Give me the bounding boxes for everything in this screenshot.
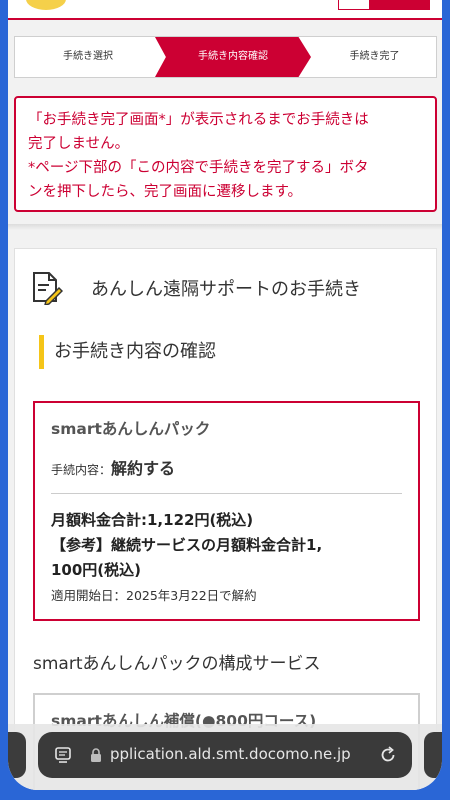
tabs-icon[interactable] — [54, 746, 72, 764]
next-tab-preview[interactable] — [424, 732, 442, 778]
main-card: あんしん遠隔サポートのお手続き お手続き内容の確認 smartあんしんパック 手… — [14, 248, 437, 790]
fee-block: 月額料金合計:1,122円(税込) 【参考】継続サービスの月額料金合計1, 10… — [51, 508, 402, 583]
notice-line-3: *ページ下部の「この内容で手続きを完了する」ボタ — [28, 160, 369, 176]
reload-icon[interactable] — [378, 745, 398, 765]
step-select: 手続き選択 — [15, 37, 161, 77]
browser-bottom-bar: pplication.ald.smt.docomo.ne.jp — [8, 724, 442, 790]
page-title: あんしん遠隔サポートのお手続き — [91, 279, 361, 300]
phone-screen: 手続き選択 手続き内容確認 手続き完了 「お手続き完了画面*」が表示されるまでお… — [8, 0, 442, 790]
procedure-row: 手続内容：解約する — [51, 455, 402, 479]
step-confirm-label: 手続き内容確認 — [198, 51, 268, 62]
section-heading: お手続き内容の確認 — [39, 335, 216, 369]
previous-tab-preview[interactable] — [8, 732, 26, 778]
url-text[interactable]: pplication.ald.smt.docomo.ne.jp — [110, 745, 370, 763]
reference-line-2: 100円(税込) — [51, 561, 142, 579]
lock-icon — [91, 748, 101, 762]
step-select-label: 手続き選択 — [63, 51, 113, 62]
components-title: smartあんしんパックの構成サービス — [33, 654, 321, 674]
notice-line-2: 完了しません。 — [28, 136, 130, 152]
procedure-value: 解約する — [111, 459, 176, 478]
step-confirm-current: 手続き内容確認 — [155, 37, 311, 77]
pack-name: smartあんしんパック — [51, 420, 211, 438]
procedure-label: 手続内容： — [51, 463, 112, 477]
step-complete-label: 手続き完了 — [349, 51, 400, 62]
completion-notice: 「お手続き完了画面*」が表示されるまでお手続きは 完了しません。 *ページ下部の… — [14, 96, 437, 212]
divider — [51, 493, 402, 494]
docomo-logo[interactable] — [26, 0, 66, 10]
step-complete: 手続き完了 — [311, 37, 438, 77]
progress-stepper: 手続き選択 手続き内容確認 手続き完了 — [14, 36, 437, 78]
monthly-total: 月額料金合計:1,122円(税込) — [51, 511, 254, 529]
pack-summary-box: smartあんしんパック 手続内容：解約する 月額料金合計:1,122円(税込)… — [33, 401, 420, 621]
document-edit-icon — [33, 272, 63, 305]
notice-line-1: 「お手続き完了画面*」が表示されるまでお手続きは — [28, 112, 369, 128]
site-header — [8, 0, 442, 20]
address-bar[interactable]: pplication.ald.smt.docomo.ne.jp — [38, 732, 412, 778]
page-title-row: あんしん遠隔サポートのお手続き — [29, 271, 429, 311]
notice-line-4: ンを押下したら、完了画面に遷移します。 — [28, 184, 303, 200]
header-menu-button[interactable] — [338, 0, 430, 10]
reference-line-1: 【参考】継続サービスの月額料金合計1, — [51, 536, 323, 554]
effective-date-note: 適用開始日：2025年3月22日で解約 — [51, 588, 257, 603]
